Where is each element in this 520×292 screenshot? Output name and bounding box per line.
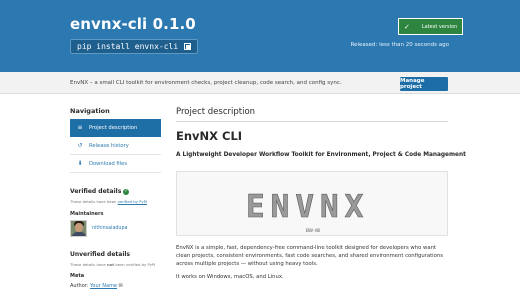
readme-banner-image: ENVNX ENV-NX [176, 171, 448, 236]
nav-item-release-history[interactable]: ↺ Release history [70, 137, 161, 155]
release-date: Released: less than 20 seconds ago [350, 42, 449, 48]
package-summary: EnvNX – a small CLI toolkit for environm… [70, 80, 342, 86]
banner-logo-text: ENVNX [246, 189, 369, 225]
download-icon: ⬇ [77, 160, 83, 167]
navigation-heading: Navigation [70, 107, 110, 115]
nav-item-label: Release history [89, 142, 129, 149]
verified-details-label: Verified details [70, 188, 122, 195]
maintainer-name[interactable]: nithinsaiadupa [92, 226, 127, 231]
manage-project-button[interactable]: Manage project [400, 77, 448, 91]
history-icon: ↺ [77, 142, 83, 149]
meta-author: Author: Your Name ✉ [70, 283, 123, 289]
author-label: Author: [70, 283, 89, 289]
unverified-note-text: These details have [70, 262, 106, 267]
author-link[interactable]: Your Name [90, 283, 117, 289]
meta-heading: Meta [70, 273, 85, 279]
divider [176, 121, 448, 122]
banner-caption: ENV-NX [306, 228, 321, 233]
avatar-body [72, 232, 86, 236]
maintainer-avatar[interactable] [70, 220, 87, 237]
project-title: envnx-cli 0.1.0 [70, 15, 196, 33]
align-left-icon: ≡ [77, 124, 83, 131]
pip-install-command[interactable]: pip install envnx-cli [70, 39, 199, 54]
nav-item-label: Project description [89, 124, 138, 131]
readme-subtitle: A Lightweight Developer Workflow Toolkit… [176, 152, 466, 158]
readme-paragraph: It works on Windows, macOS, and Linux. [176, 274, 284, 280]
maintainers-label: Maintainers [70, 211, 104, 217]
verified-note-text: These details have been [70, 199, 117, 204]
unverified-note: These details have not been verified by … [70, 262, 155, 267]
verified-by-pypi-link[interactable]: verified by PyPI [118, 199, 147, 204]
avatar-face [75, 223, 83, 232]
nav-item-project-description[interactable]: ≡ Project description [70, 119, 161, 137]
unverified-details-heading: Unverified details [70, 251, 131, 258]
latest-version-label: Latest version [421, 23, 458, 30]
nav-item-download-files[interactable]: ⬇ Download files [70, 155, 161, 173]
nav-item-label: Download files [89, 160, 128, 167]
readme-title: EnvNX CLI [176, 129, 243, 143]
copy-icon[interactable] [184, 43, 192, 50]
latest-version-badge[interactable]: ✓ Latest version [398, 18, 464, 35]
ascii-logo-graphic: ENVNX ENV-NX [246, 189, 369, 233]
unverified-note-tail: been verified by PyPI [115, 262, 156, 267]
project-description-heading: Project description [176, 107, 256, 117]
unverified-note-emphasis: not [106, 262, 115, 267]
project-header: envnx-cli 0.1.0 pip install envnx-cli Re… [0, 0, 520, 72]
pip-command-text: pip install envnx-cli [77, 42, 179, 51]
check-icon: ✓ [404, 22, 410, 31]
email-icon[interactable]: ✉ [119, 283, 123, 289]
verified-details-heading: Verified details ✓ [70, 188, 130, 195]
readme-paragraph: EnvNX is a simple, fast, dependency-free… [176, 245, 444, 267]
navigation-menu: ≡ Project description ↺ Release history … [70, 119, 161, 173]
verified-note: These details have been verified by PyPI [70, 199, 147, 204]
verified-check-icon: ✓ [123, 189, 130, 195]
